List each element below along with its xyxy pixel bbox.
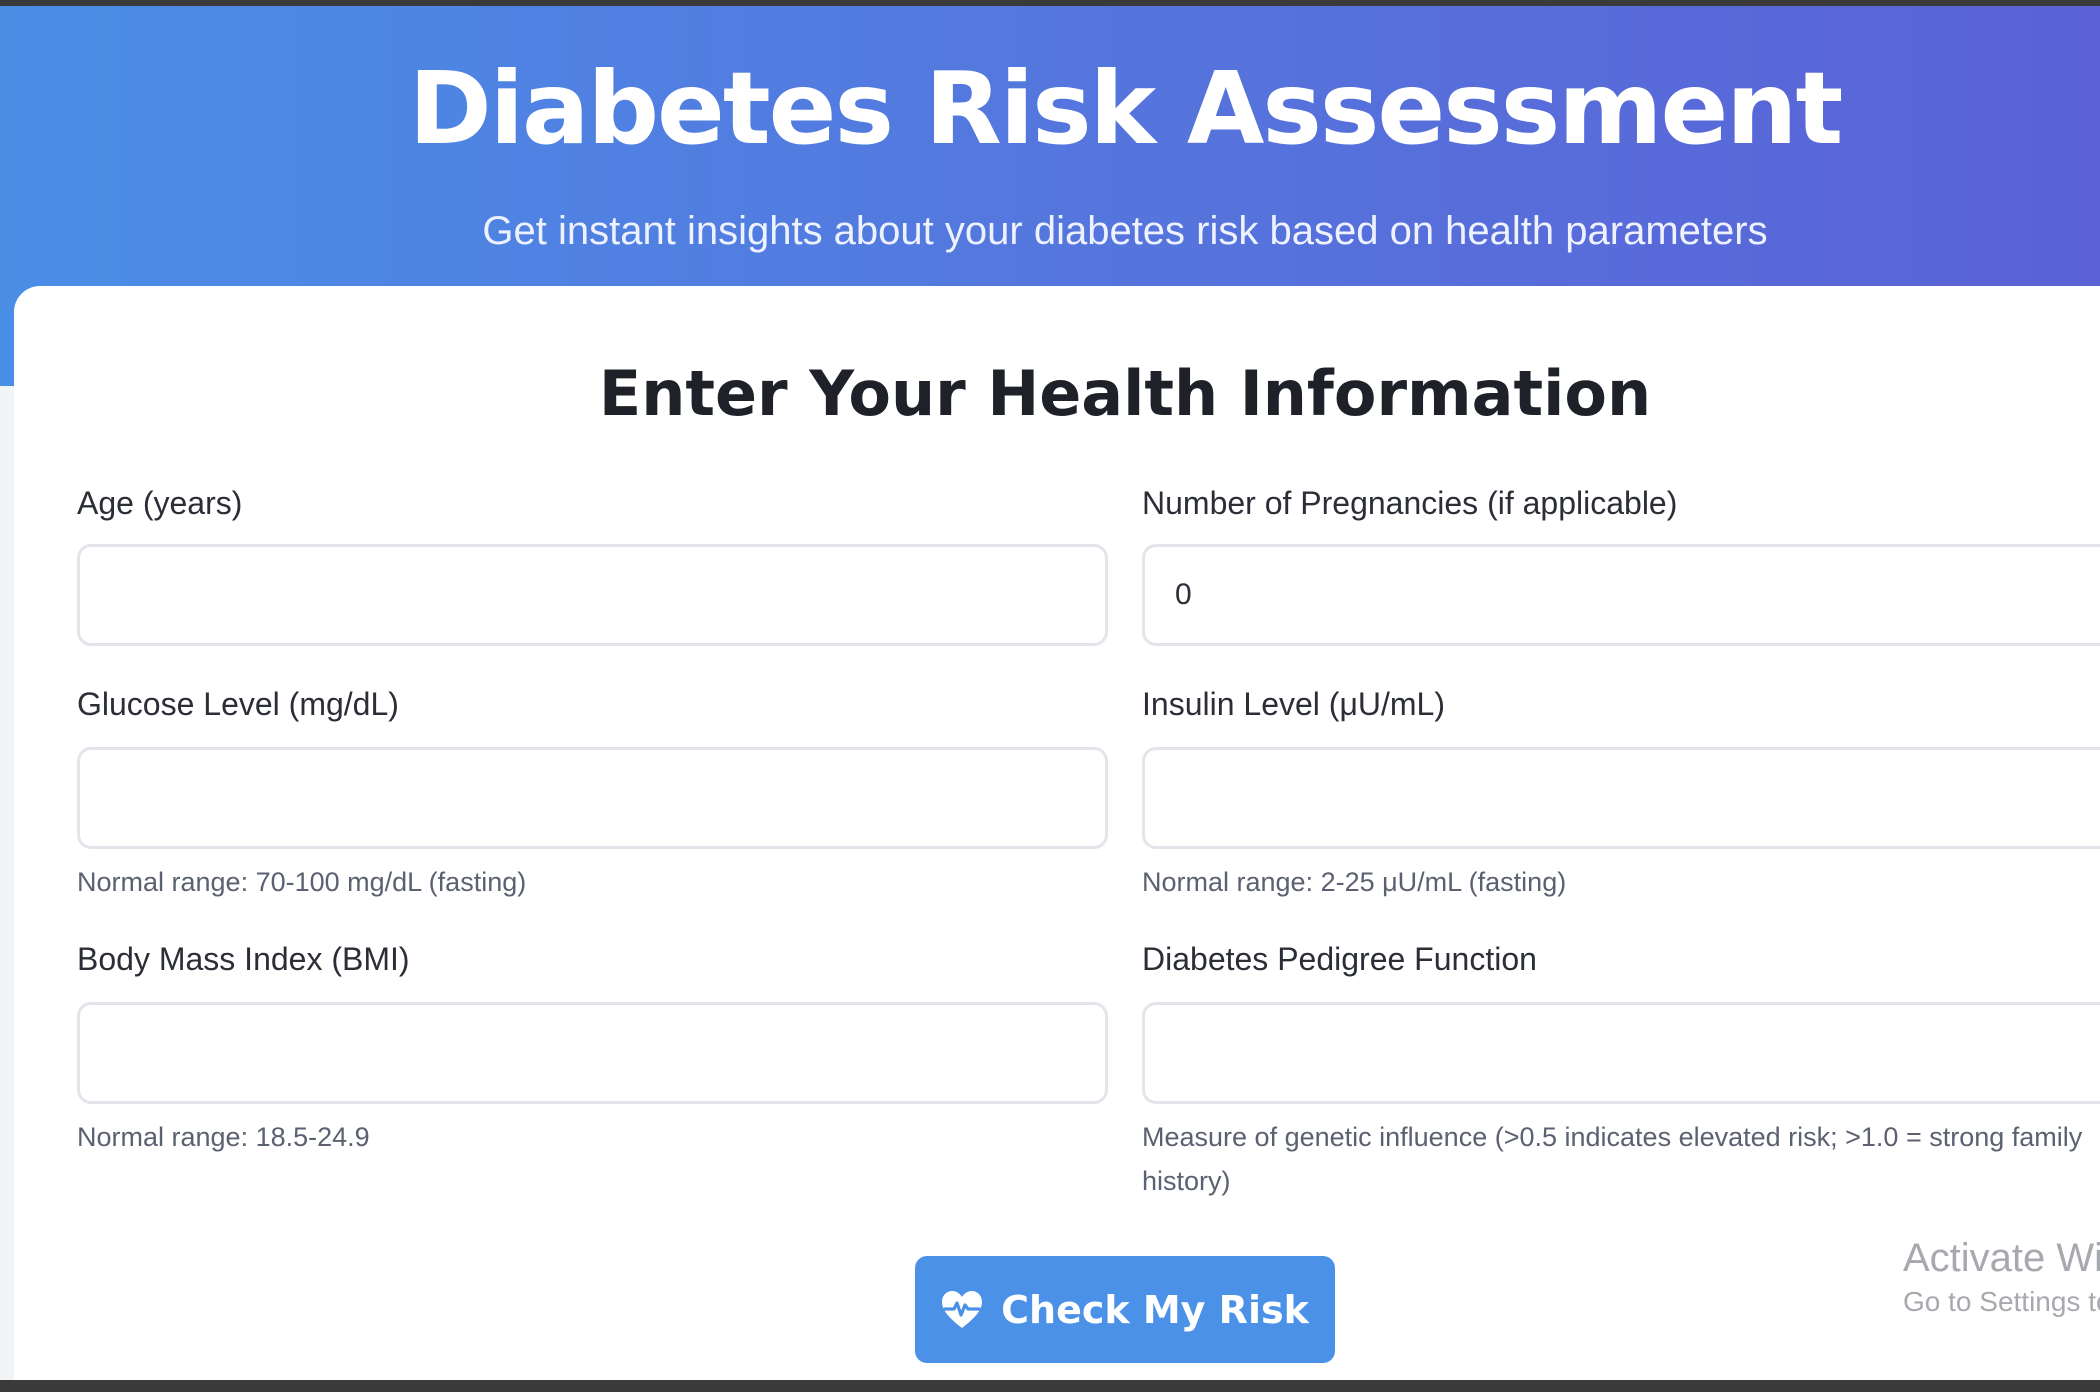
glucose-hint: Normal range: 70-100 mg/dL (fasting) xyxy=(77,867,527,897)
watermark-subtitle: Go to Settings to activate Windows. xyxy=(1903,1286,2100,1317)
pedigree-hint: Measure of genetic influence (>0.5 indic… xyxy=(1142,1122,2083,1196)
page: Diabetes Risk Assessment Get instant ins… xyxy=(0,6,2100,1380)
age-label: Age (years) xyxy=(77,485,243,521)
check-risk-button[interactable]: Check My Risk xyxy=(915,1256,1335,1363)
page-title: Diabetes Risk Assessment xyxy=(408,50,1844,167)
glucose-input[interactable] xyxy=(77,747,1108,849)
glucose-label: Glucose Level (mg/dL) xyxy=(77,686,399,722)
insulin-input[interactable] xyxy=(1142,747,2100,849)
bmi-hint: Normal range: 18.5-24.9 xyxy=(77,1122,370,1152)
bmi-label: Body Mass Index (BMI) xyxy=(77,941,410,977)
age-input[interactable] xyxy=(77,544,1108,646)
bmi-input[interactable] xyxy=(77,1002,1108,1104)
check-risk-button-label: Check My Risk xyxy=(1001,1287,1309,1332)
insulin-hint: Normal range: 2-25 μU/mL (fasting) xyxy=(1142,867,1567,897)
pedigree-input[interactable] xyxy=(1142,1002,2100,1104)
pedigree-label: Diabetes Pedigree Function xyxy=(1142,941,1537,977)
pregnancies-label: Number of Pregnancies (if applicable) xyxy=(1142,485,1678,521)
page-subtitle: Get instant insights about your diabetes… xyxy=(482,209,1768,253)
form-title: Enter Your Health Information xyxy=(598,357,1652,430)
activate-windows-watermark: Activate Windows Go to Settings to activ… xyxy=(1903,1234,2100,1322)
health-form-card: Enter Your Health Information Age (years… xyxy=(14,286,2100,1380)
pregnancies-input[interactable] xyxy=(1142,544,2100,646)
window-bottom-border xyxy=(0,1380,2100,1392)
watermark-title: Activate Windows xyxy=(1903,1236,2100,1280)
insulin-label: Insulin Level (μU/mL) xyxy=(1142,686,1445,722)
heart-pulse-icon xyxy=(941,1290,983,1330)
